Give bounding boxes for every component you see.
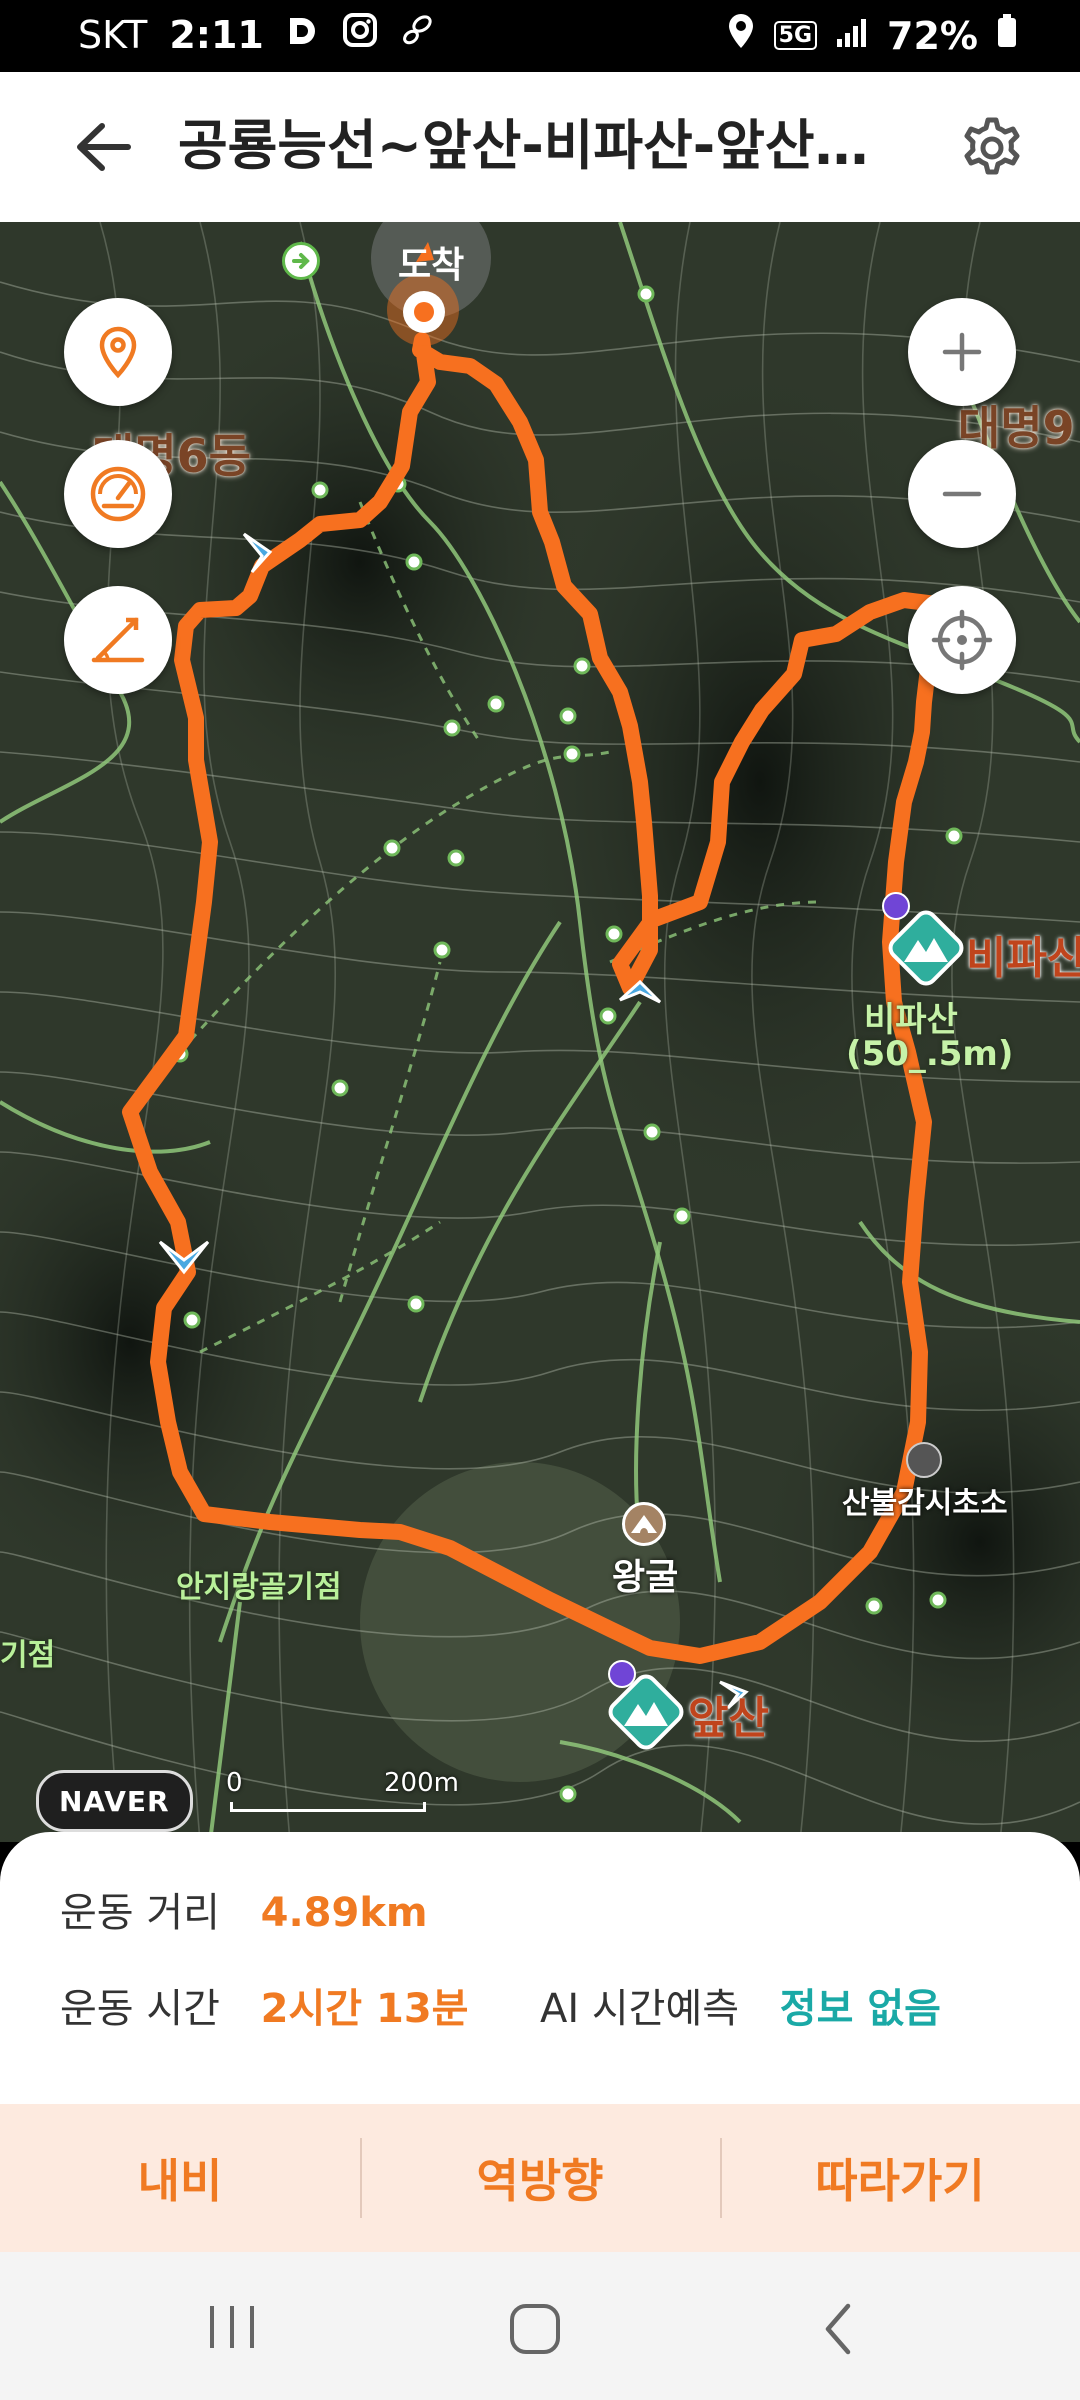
apsan-peak-marker[interactable]: [606, 1660, 686, 1752]
location-pin-button[interactable]: [64, 298, 172, 406]
plus-icon: [942, 332, 982, 372]
anjirang-label: 안지랑골기점: [176, 1570, 342, 1605]
time-label: 운동 시간: [60, 1986, 220, 2032]
cave-label: 왕굴: [612, 1557, 679, 1598]
route-stats-panel: 운동 거리 4.89km 운동 시간 2시간 13분 AI 시간예측 정보 없음: [0, 1832, 1080, 2104]
route-start-icon: [282, 242, 320, 280]
my-location-button[interactable]: [908, 586, 1016, 694]
naver-logo: NAVER: [36, 1770, 193, 1832]
cave-icon[interactable]: [622, 1502, 666, 1546]
zoom-in-button[interactable]: [908, 298, 1016, 406]
mountain-icon: [888, 910, 964, 986]
left-edge-label: 기점: [0, 1638, 56, 1673]
network-label: 5G: [773, 21, 818, 50]
system-nav-bar: [0, 2252, 1080, 2400]
distance-label: 운동 거리: [60, 1890, 220, 1936]
battery-icon: [996, 13, 1018, 58]
slope-button[interactable]: [64, 586, 172, 694]
navi-button[interactable]: 내비: [0, 2104, 360, 2252]
hiking-app-icon: [400, 12, 436, 57]
location-status-icon: [726, 12, 756, 59]
page-title: 공룡능선~앞산-비파산-앞산…: [178, 114, 869, 177]
home-icon[interactable]: [508, 2302, 562, 2356]
follow-button[interactable]: 따라가기: [720, 2104, 1080, 2252]
scale-bar: 0 200m: [226, 1768, 459, 1828]
crosshair-icon: [931, 609, 993, 671]
scale-zero: 0: [226, 1768, 243, 1798]
summit-flag-icon: [608, 1660, 636, 1688]
destination-label: 도착: [398, 245, 465, 286]
status-bar: SKT 2:11 5G 72%: [0, 0, 1080, 72]
battery-percent: 72%: [887, 13, 978, 58]
speed-button[interactable]: [64, 440, 172, 548]
instagram-icon: [342, 12, 378, 57]
naver-logo-text: NAVER: [59, 1784, 170, 1818]
fire-post-icon: [906, 1442, 942, 1478]
reverse-button[interactable]: 역방향: [360, 2104, 720, 2252]
gear-icon[interactable]: [956, 112, 1028, 184]
speedometer-icon: [90, 466, 146, 522]
destination-marker[interactable]: 도착: [370, 222, 492, 372]
action-bar: 내비 역방향 따라가기: [0, 2104, 1080, 2252]
carrier-label: SKT: [78, 12, 148, 57]
time-value: 2시간 13분: [260, 1986, 469, 2032]
ai-estimate-label: AI 시간예측: [540, 1986, 740, 2032]
d-app-icon: [286, 13, 320, 57]
apsan-label: 앞산: [688, 1693, 769, 1744]
signal-icon: [835, 14, 869, 58]
clock: 2:11: [169, 12, 264, 57]
bipasan-peak-marker[interactable]: [882, 892, 966, 988]
arrow-left-icon[interactable]: [68, 112, 138, 182]
fire-post-label: 산불감시초소: [842, 1486, 1008, 1521]
distance-value: 4.89km: [260, 1890, 428, 1936]
minus-icon: [942, 491, 982, 497]
back-icon[interactable]: [818, 2302, 858, 2356]
recents-icon[interactable]: [202, 2302, 262, 2352]
scale-distance: 200m: [384, 1768, 459, 1798]
zoom-out-button[interactable]: [908, 440, 1016, 548]
slope-icon: [91, 617, 145, 663]
summit-flag-icon: [882, 892, 910, 920]
bipasan-elevation-label: (50_.5m): [846, 1034, 1014, 1074]
bipasan-label: 비파산: [966, 933, 1080, 984]
app-header: 공룡능선~앞산-비파산-앞산…: [0, 72, 1080, 222]
ai-estimate-value: 정보 없음: [779, 1986, 941, 2032]
location-pin-icon: [99, 326, 137, 379]
trail-map[interactable]: 도착 대명6동 대명9 비파산 비파산 (50_.5m) 왕굴 산불감시초소 안…: [0, 222, 1080, 1842]
